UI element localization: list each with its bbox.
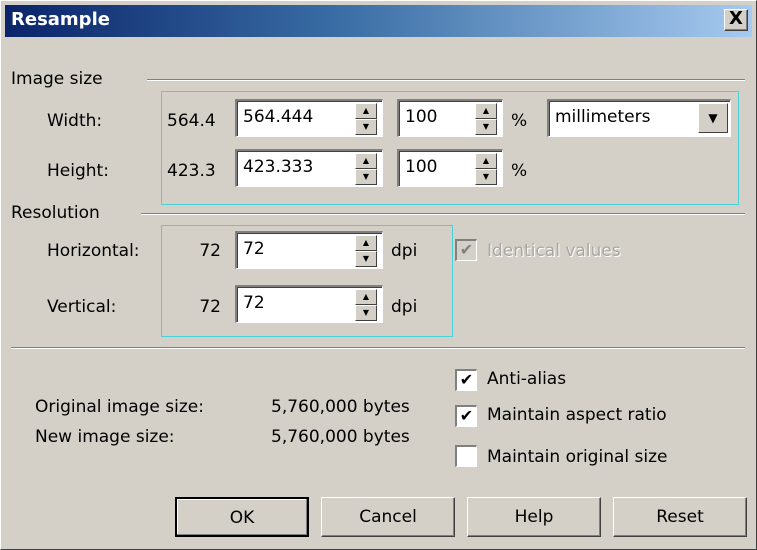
- width-percent-value: 100: [405, 107, 438, 127]
- spin-down-icon[interactable]: ▼: [355, 119, 377, 135]
- height-percent-spinner[interactable]: ▲ ▼: [475, 153, 497, 185]
- spin-down-icon[interactable]: ▼: [475, 119, 497, 135]
- width-field[interactable]: 564.444 ▲ ▼: [235, 99, 383, 137]
- horizontal-original-value: 72: [199, 241, 221, 261]
- maintain-aspect-label: Maintain aspect ratio: [487, 405, 667, 425]
- cancel-button[interactable]: Cancel: [321, 497, 455, 537]
- anti-alias-label: Anti-alias: [487, 369, 567, 389]
- original-size-value: 5,760,000 bytes: [271, 397, 410, 417]
- maintain-aspect-checkbox[interactable]: ✔: [455, 405, 477, 427]
- new-size-label: New image size:: [35, 427, 175, 447]
- close-button[interactable]: X: [724, 9, 748, 31]
- height-spinner[interactable]: ▲ ▼: [355, 153, 377, 185]
- width-percent-field[interactable]: 100 ▲ ▼: [397, 99, 503, 137]
- vertical-label: Vertical:: [47, 297, 117, 317]
- height-percent-field[interactable]: 100 ▲ ▼: [397, 149, 503, 187]
- maintain-original-label: Maintain original size: [487, 447, 668, 467]
- height-field[interactable]: 423.333 ▲ ▼: [235, 149, 383, 187]
- vertical-field[interactable]: 72 ▲ ▼: [235, 285, 383, 323]
- spin-up-icon[interactable]: ▲: [475, 103, 497, 119]
- maintain-original-checkbox[interactable]: [455, 445, 477, 467]
- horizontal-label: Horizontal:: [47, 241, 140, 261]
- reset-button[interactable]: Reset: [613, 497, 747, 537]
- close-icon: X: [729, 8, 743, 29]
- resolution-group-label: Resolution: [11, 203, 100, 223]
- width-original-value: 564.4: [167, 111, 216, 131]
- identical-values-label: Identical values: [487, 241, 621, 261]
- width-percent-spinner[interactable]: ▲ ▼: [475, 103, 497, 135]
- height-label: Height:: [47, 161, 109, 181]
- spin-up-icon[interactable]: ▲: [355, 103, 377, 119]
- spin-up-icon[interactable]: ▲: [355, 289, 377, 305]
- resample-dialog: Resample X Image size Width: 564.4 564.4…: [0, 0, 757, 550]
- spin-down-icon[interactable]: ▼: [475, 169, 497, 185]
- anti-alias-checkbox[interactable]: ✔: [455, 369, 477, 391]
- vertical-unit: dpi: [391, 297, 418, 317]
- spin-down-icon[interactable]: ▼: [355, 169, 377, 185]
- spin-up-icon[interactable]: ▲: [355, 153, 377, 169]
- horizontal-input-value: 72: [243, 239, 265, 259]
- image-size-group-label: Image size: [11, 69, 103, 89]
- height-original-value: 423.3: [167, 161, 216, 181]
- section-divider: [11, 347, 745, 349]
- height-percent-value: 100: [405, 157, 438, 177]
- original-size-label: Original image size:: [35, 397, 204, 417]
- ok-button[interactable]: OK: [175, 497, 309, 537]
- vertical-spinner[interactable]: ▲ ▼: [355, 289, 377, 321]
- horizontal-spinner[interactable]: ▲ ▼: [355, 235, 377, 267]
- check-icon: ✔: [459, 406, 474, 425]
- height-input-value: 423.333: [243, 157, 314, 177]
- vertical-input-value: 72: [243, 293, 265, 313]
- check-icon: ✔: [459, 370, 474, 389]
- width-spinner[interactable]: ▲ ▼: [355, 103, 377, 135]
- horizontal-unit: dpi: [391, 241, 418, 261]
- spin-up-icon[interactable]: ▲: [475, 153, 497, 169]
- units-dropdown[interactable]: millimeters ▼: [547, 99, 731, 137]
- spin-down-icon[interactable]: ▼: [355, 251, 377, 267]
- help-button[interactable]: Help: [467, 497, 601, 537]
- new-size-value: 5,760,000 bytes: [271, 427, 410, 447]
- units-selected-value: millimeters: [555, 107, 651, 127]
- image-size-divider: [147, 79, 745, 81]
- width-percent-sign: %: [511, 111, 528, 131]
- identical-values-checkbox[interactable]: ✔: [455, 239, 477, 261]
- check-icon: ✔: [459, 240, 474, 259]
- horizontal-field[interactable]: 72 ▲ ▼: [235, 231, 383, 269]
- spin-down-icon[interactable]: ▼: [355, 305, 377, 321]
- chevron-down-icon[interactable]: ▼: [698, 103, 728, 133]
- resolution-divider: [141, 213, 745, 215]
- height-percent-sign: %: [511, 161, 528, 181]
- vertical-original-value: 72: [199, 297, 221, 317]
- width-input-value: 564.444: [243, 107, 314, 127]
- title-bar[interactable]: Resample X: [5, 5, 752, 37]
- window-title: Resample: [11, 9, 110, 30]
- width-label: Width:: [47, 111, 103, 131]
- spin-up-icon[interactable]: ▲: [355, 235, 377, 251]
